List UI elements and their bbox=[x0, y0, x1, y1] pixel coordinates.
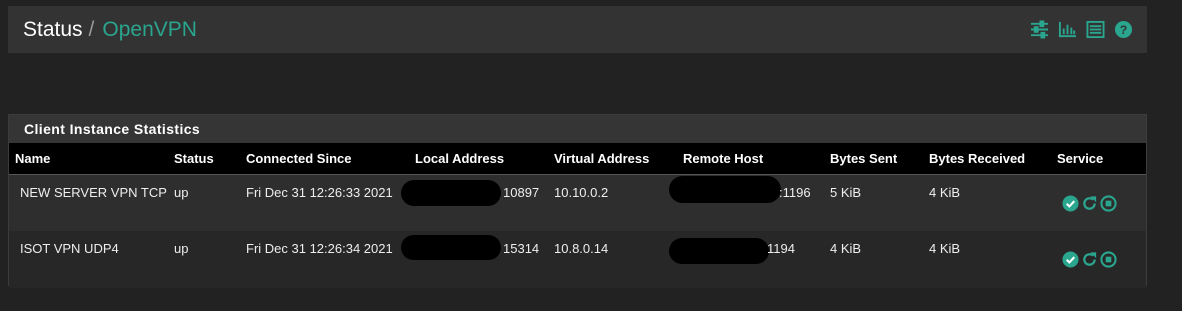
col-header-virtual-address: Virtual Address bbox=[554, 150, 650, 166]
breadcrumb-status[interactable]: Status bbox=[23, 18, 83, 42]
cell-status: up bbox=[174, 184, 189, 200]
bar-chart-icon[interactable] bbox=[1058, 20, 1077, 39]
col-header-bytes-sent: Bytes Sent bbox=[830, 150, 898, 166]
service-running-icon bbox=[1062, 194, 1079, 212]
restart-service-icon[interactable] bbox=[1081, 195, 1098, 212]
cell-connected-since: Fri Dec 31 12:26:33 2021 bbox=[246, 184, 393, 200]
cell-virtual-address: 10.10.0.2 bbox=[554, 184, 609, 200]
cell-status: up bbox=[174, 241, 189, 256]
cell-name: NEW SERVER VPN TCP bbox=[20, 184, 167, 200]
panel-title: Client Instance Statistics bbox=[9, 115, 1146, 143]
cell-bytes-received: 4 KiB bbox=[929, 241, 961, 256]
breadcrumb-separator: / bbox=[88, 17, 95, 41]
client-stats-table: Name Status Connected Since Local Addres… bbox=[9, 143, 1146, 288]
table-row: ISOT VPN UDP4 up Fri Dec 31 12:26:34 202… bbox=[9, 231, 1146, 288]
col-header-connected-since: Connected Since bbox=[246, 150, 352, 166]
help-icon[interactable]: ? bbox=[1114, 20, 1133, 39]
client-stats-panel: Client Instance Statistics Name Status C… bbox=[8, 114, 1147, 288]
col-header-remote-host: Remote Host bbox=[683, 150, 764, 166]
settings-sliders-icon[interactable] bbox=[1030, 20, 1049, 39]
breadcrumb: Status / OpenVPN bbox=[23, 18, 197, 42]
svg-text:?: ? bbox=[1120, 23, 1128, 37]
cell-bytes-sent: 4 KiB bbox=[830, 241, 862, 256]
redaction-mark bbox=[401, 235, 501, 260]
table-header-row: Name Status Connected Since Local Addres… bbox=[9, 143, 1146, 174]
col-header-service: Service bbox=[1057, 150, 1104, 166]
service-running-icon bbox=[1062, 251, 1079, 268]
col-header-local-address: Local Address bbox=[415, 150, 505, 166]
stop-service-icon[interactable] bbox=[1100, 194, 1117, 212]
cell-service bbox=[1051, 231, 1146, 288]
cell-local-address: 10897 bbox=[401, 174, 548, 231]
redaction-mark bbox=[669, 238, 769, 264]
page-header: Status / OpenVPN ? bbox=[8, 6, 1147, 53]
col-header-status: Status bbox=[174, 150, 214, 166]
list-icon[interactable] bbox=[1086, 20, 1105, 39]
cell-virtual-address: 10.8.0.14 bbox=[554, 241, 609, 256]
cell-name: ISOT VPN UDP4 bbox=[20, 241, 119, 256]
cell-connected-since: Fri Dec 31 12:26:34 2021 bbox=[246, 241, 393, 256]
col-header-name: Name bbox=[15, 150, 51, 166]
stop-service-icon[interactable] bbox=[1100, 251, 1117, 268]
cell-bytes-received: 4 KiB bbox=[929, 184, 961, 200]
redaction-mark bbox=[669, 175, 781, 203]
cell-local-address: 15314 bbox=[401, 231, 548, 288]
col-header-bytes-received: Bytes Received bbox=[929, 150, 1026, 166]
table-row: NEW SERVER VPN TCP up Fri Dec 31 12:26:3… bbox=[9, 174, 1146, 231]
restart-service-icon[interactable] bbox=[1081, 251, 1098, 268]
redaction-mark bbox=[401, 179, 501, 206]
header-shortcuts: ? bbox=[1030, 20, 1133, 39]
cell-remote-host: :1196 bbox=[669, 174, 824, 231]
cell-service bbox=[1051, 174, 1146, 231]
cell-remote-host: 1194 bbox=[669, 231, 824, 288]
breadcrumb-current[interactable]: OpenVPN bbox=[102, 18, 197, 42]
cell-bytes-sent: 5 KiB bbox=[830, 184, 862, 200]
